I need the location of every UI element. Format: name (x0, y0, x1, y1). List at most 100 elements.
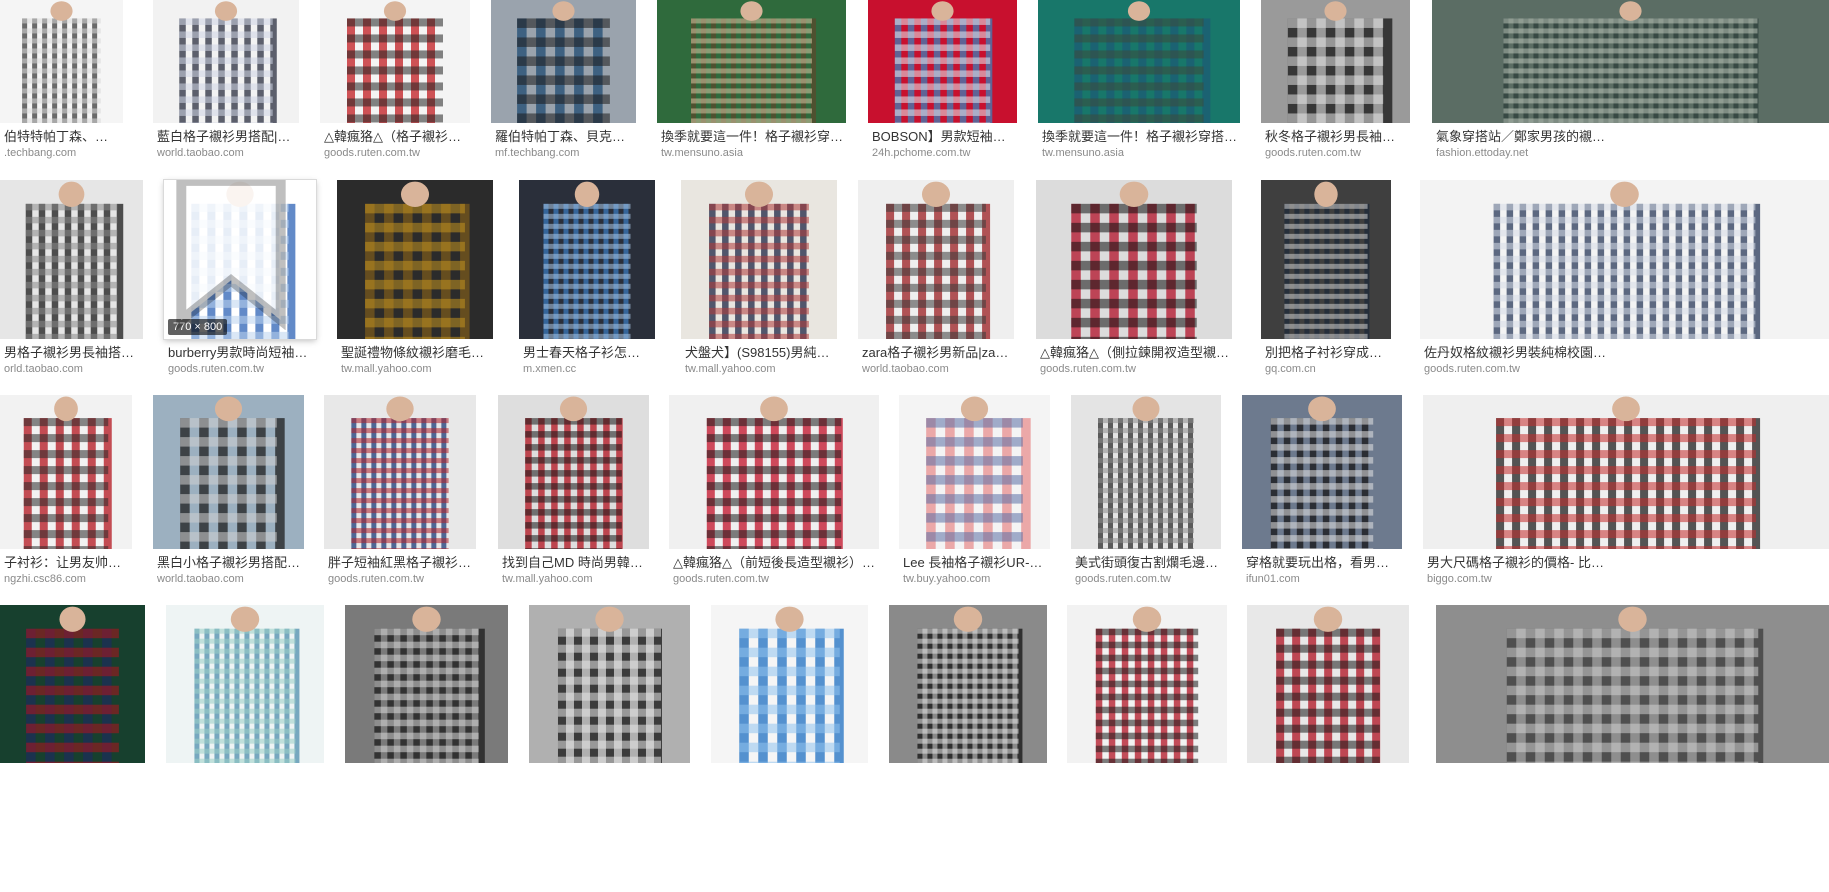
image-result-card[interactable] (0, 605, 145, 771)
result-title-link[interactable]: △韓瘋狢△（前短後長造型襯衫）格子襯… (669, 555, 877, 571)
image-result-card[interactable] (889, 605, 1047, 771)
result-title-link[interactable]: 羅伯特帕丁森、貝克漢等歡… (491, 129, 634, 145)
result-thumbnail[interactable] (153, 0, 299, 123)
result-thumbnail[interactable] (1242, 395, 1402, 549)
result-title-link[interactable]: zara格子襯衫男新品|zara格子… (858, 345, 1012, 361)
image-result-card[interactable]: 伯特特帕丁森、貝克漢等歡… .techbang.com (0, 0, 123, 160)
image-result-card[interactable]: 佐丹奴格紋襯衫男裝純棉校園… goods.ruten.com.tw (1420, 180, 1829, 376)
image-result-card[interactable]: 男大尺碼格子襯衫的價格- 比… biggo.com.tw (1423, 395, 1829, 586)
image-result-card[interactable] (711, 605, 868, 771)
result-title-link[interactable]: △韓瘋狢△（格子襯衫外套… (320, 129, 468, 145)
image-result-card[interactable]: 秋冬格子襯衫男長袖休閒磨… goods.ruten.com.tw (1261, 0, 1410, 160)
result-thumbnail[interactable] (681, 180, 837, 339)
image-result-card[interactable]: 黑白小格子襯衫男搭配|黑白… world.taobao.com (153, 395, 304, 586)
image-result-card[interactable] (1247, 605, 1409, 771)
result-thumbnail[interactable] (0, 605, 145, 763)
result-thumbnail[interactable] (153, 395, 304, 549)
result-thumbnail[interactable] (1436, 605, 1829, 763)
image-result-card[interactable]: 換季就要這一件！格子襯衫穿搭5關鍵| … tw.mensuno.asia (1038, 0, 1240, 160)
result-thumbnail[interactable] (1067, 605, 1227, 763)
image-result-card[interactable] (345, 605, 508, 771)
result-title-link[interactable]: 男士春天格子衫怎么穿搭配… (519, 345, 653, 361)
bookmark-icon[interactable] (164, 180, 307, 330)
image-result-card[interactable]: 穿格就要玩出格，看男士格子… ifun01.com (1242, 395, 1402, 586)
image-result-card[interactable]: zara格子襯衫男新品|zara格子… world.taobao.com (858, 180, 1014, 376)
result-title-link[interactable]: Lee 長袖格子襯衫UR-男款-… (899, 555, 1048, 571)
result-thumbnail[interactable] (337, 180, 493, 339)
result-title-link[interactable]: 胖子短袖紅黑格子襯衫男加肥… (324, 555, 474, 571)
image-result-card[interactable]: 美式街頭復古割爛毛邊下擺O… goods.ruten.com.tw (1071, 395, 1221, 586)
result-thumbnail[interactable] (1036, 180, 1232, 339)
result-thumbnail[interactable] (1071, 395, 1221, 549)
result-title-link[interactable]: 犬盤犬】(S98155)男純棉襯衫… (681, 345, 835, 361)
result-thumbnail[interactable] (1261, 0, 1410, 123)
result-thumbnail[interactable] (657, 0, 846, 123)
image-result-card[interactable]: 找到自己MD 時尚男韓國休閒… tw.mall.yahoo.com (498, 395, 649, 586)
result-title-link[interactable]: 氣象穿搭站／鄭家男孩的襯… (1432, 129, 1827, 145)
result-thumbnail[interactable] (1423, 395, 1829, 549)
result-title-link[interactable]: BOBSON】男款短袖格子襯… (868, 129, 1015, 145)
result-title-link[interactable]: 佐丹奴格紋襯衫男裝純棉校園… (1420, 345, 1827, 361)
image-result-card[interactable]: 胖子短袖紅黑格子襯衫男加肥… goods.ruten.com.tw (324, 395, 476, 586)
image-result-card[interactable]: 男士春天格子衫怎么穿搭配… m.xmen.cc (519, 180, 655, 376)
result-title-link[interactable]: 聖誕禮物條紋襯衫磨毛格子襯… (337, 345, 491, 361)
result-thumbnail[interactable] (1247, 605, 1409, 763)
result-title-link[interactable]: 子衬衫：让男友帅气十足… (0, 555, 130, 571)
result-thumbnail[interactable] (324, 395, 476, 549)
result-thumbnail[interactable] (1420, 180, 1829, 339)
result-thumbnail[interactable] (345, 605, 508, 763)
result-thumbnail[interactable]: 770 × 800 (164, 180, 316, 339)
result-thumbnail[interactable] (498, 395, 649, 549)
result-title-link[interactable]: 男大尺碼格子襯衫的價格- 比… (1423, 555, 1827, 571)
result-title-link[interactable]: 換季就要這一件！格子襯衫穿搭5關鍵| … (1038, 129, 1238, 145)
result-thumbnail[interactable] (491, 0, 636, 123)
image-result-card[interactable] (166, 605, 324, 771)
image-result-card[interactable]: 犬盤犬】(S98155)男純棉襯衫… tw.mall.yahoo.com (681, 180, 837, 376)
result-thumbnail[interactable] (519, 180, 655, 339)
result-thumbnail[interactable] (669, 395, 879, 549)
image-result-card[interactable] (1067, 605, 1227, 771)
result-thumbnail[interactable] (0, 180, 143, 339)
result-thumbnail[interactable] (868, 0, 1017, 123)
image-result-card[interactable]: 藍白格子襯衫男搭配|藍白格… world.taobao.com (153, 0, 299, 160)
image-result-card[interactable]: △韓瘋狢△（格子襯衫外套… goods.ruten.com.tw (320, 0, 470, 160)
image-result-card[interactable]: 男格子襯衫男長袖搭配|潮男… orld.taobao.com (0, 180, 143, 376)
result-title-link[interactable]: 藍白格子襯衫男搭配|藍白格… (153, 129, 297, 145)
image-result-card[interactable]: 氣象穿搭站／鄭家男孩的襯… fashion.ettoday.net (1432, 0, 1829, 160)
image-result-card[interactable]: BOBSON】男款短袖格子襯… 24h.pchome.com.tw (868, 0, 1017, 160)
result-title-link[interactable]: 秋冬格子襯衫男長袖休閒磨… (1261, 129, 1408, 145)
result-title-link[interactable]: 男格子襯衫男長袖搭配|潮男… (0, 345, 141, 361)
image-result-card[interactable]: 聖誕禮物條紋襯衫磨毛格子襯… tw.mall.yahoo.com (337, 180, 493, 376)
image-result-card[interactable]: 子衬衫：让男友帅气十足… ngzhi.csc86.com (0, 395, 132, 586)
result-title-link[interactable]: 換季就要這一件！格子襯衫穿搭5關… (657, 129, 844, 145)
result-thumbnail[interactable] (0, 395, 132, 549)
result-title-link[interactable]: 穿格就要玩出格，看男士格子… (1242, 555, 1400, 571)
result-thumbnail[interactable] (529, 605, 690, 763)
result-thumbnail[interactable] (1432, 0, 1829, 123)
result-title-link[interactable]: 伯特特帕丁森、貝克漢等歡… (0, 129, 121, 145)
result-thumbnail[interactable] (858, 180, 1014, 339)
result-thumbnail[interactable] (899, 395, 1050, 549)
result-title-link[interactable]: 別把格子衬衫穿成吐槽款好… (1261, 345, 1389, 361)
result-thumbnail[interactable] (320, 0, 470, 123)
result-thumbnail[interactable] (1261, 180, 1391, 339)
image-result-card[interactable]: △韓瘋狢△（前短後長造型襯衫）格子襯… goods.ruten.com.tw (669, 395, 879, 586)
result-title-link[interactable]: 找到自己MD 時尚男韓國休閒… (498, 555, 647, 571)
image-result-card[interactable]: 別把格子衬衫穿成吐槽款好… gq.com.cn (1261, 180, 1391, 376)
image-result-card[interactable]: △韓瘋狢△（側拉鍊開衩造型襯衫）韓… goods.ruten.com.tw (1036, 180, 1232, 376)
image-result-card[interactable]: Lee 長袖格子襯衫UR-男款-… tw.buy.yahoo.com (899, 395, 1050, 586)
result-thumbnail[interactable] (889, 605, 1047, 763)
image-result-card[interactable]: 羅伯特帕丁森、貝克漢等歡… mf.techbang.com (491, 0, 636, 160)
result-title-link[interactable]: burberry男款時尚短袖格子襯… (164, 345, 314, 361)
result-thumbnail[interactable] (0, 0, 123, 123)
result-title-link[interactable]: 黑白小格子襯衫男搭配|黑白… (153, 555, 302, 571)
image-result-card[interactable]: 770 × 800 burberry男款時尚短袖格子襯… goods.ruten.c… (164, 180, 316, 376)
image-result-card[interactable] (1436, 605, 1829, 771)
result-title-link[interactable]: △韓瘋狢△（側拉鍊開衩造型襯衫）韓… (1036, 345, 1230, 361)
result-thumbnail[interactable] (1038, 0, 1240, 123)
result-thumbnail[interactable] (711, 605, 868, 763)
image-result-card[interactable]: 換季就要這一件！格子襯衫穿搭5關… tw.mensuno.asia (657, 0, 846, 160)
result-thumbnail[interactable] (166, 605, 324, 763)
result-title-link[interactable]: 美式街頭復古割爛毛邊下擺O… (1071, 555, 1219, 571)
image-result-card[interactable] (529, 605, 690, 771)
